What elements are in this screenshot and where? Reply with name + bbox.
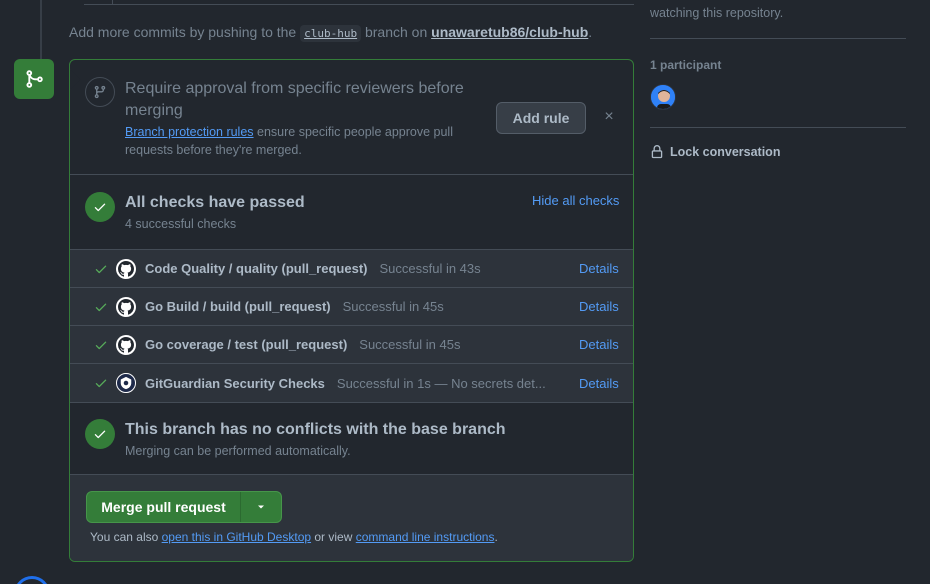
approval-description: Branch protection rules ensure specific … [125,125,453,157]
details-link[interactable]: Details [579,261,619,276]
close-icon[interactable]: × [600,108,618,126]
sidebar-divider [650,127,906,128]
check-name: Go coverage / test (pull_request) Success… [145,337,461,352]
lock-conversation-button[interactable]: Lock conversation [650,145,780,159]
check-name: Code Quality / quality (pull_request) Suc… [145,261,481,276]
previous-timeline-item-border [84,0,634,5]
check-icon [95,379,107,388]
check-list: Code Quality / quality (pull_request) Suc… [70,250,633,402]
check-icon [95,341,107,350]
check-circle-icon [85,192,115,222]
checks-summary: All checks have passed 4 successful chec… [70,175,633,250]
check-status: Successful in 45s [342,299,444,314]
repo-branch-link[interactable]: unawaretub86/club-hub [431,24,588,40]
check-icon [95,303,107,312]
conflicts-title: This branch has no conflicts with the ba… [125,421,506,438]
participants-heading: 1 participant [650,58,722,72]
check-status: Successful in 45s [359,337,461,352]
approval-title: Require approval from specific reviewers… [125,80,464,119]
lock-icon [651,145,663,159]
git-merge-icon [14,59,54,99]
lock-conversation-label: Lock conversation [670,145,781,159]
branch-name-code[interactable]: club-hub [300,25,362,42]
gitguardian-icon [116,373,136,393]
merge-actions: Merge pull request You can also open thi… [70,475,633,561]
merge-pull-request-button[interactable]: Merge pull request [87,492,241,522]
sidebar-divider [650,38,906,39]
checks-subtitle: 4 successful checks [125,217,237,231]
conflicts-summary: This branch has no conflicts with the ba… [70,402,633,475]
watching-text: watching this repository. [650,6,784,20]
github-icon [116,297,136,317]
check-status: Successful in 1s — No secrets det... [336,375,546,391]
avatar[interactable] [14,576,50,584]
hide-all-checks-button[interactable]: Hide all checks [532,193,619,208]
check-icon [95,265,107,274]
chevron-down-icon[interactable] [241,492,281,522]
command-line-link[interactable]: command line instructions [356,530,495,544]
check-circle-icon [85,419,115,449]
checks-title: All checks have passed [125,194,305,211]
details-link[interactable]: Details [579,299,619,314]
github-icon [116,259,136,279]
check-row: Go coverage / test (pull_request) Success… [70,326,633,364]
check-name: GitGuardian Security Checks Successful in… [145,375,546,391]
conflicts-subtitle: Merging can be performed automatically. [125,444,351,458]
check-name: Go Build / build (pull_request) Successfu… [145,299,444,314]
check-status: Successful in 43s [379,261,481,276]
add-commits-hint: Add more commits by pushing to the club-… [69,24,593,42]
git-branch-icon [85,77,115,107]
add-rule-button[interactable]: Add rule [496,102,586,134]
merge-box: Require approval from specific reviewers… [69,59,634,562]
github-icon [116,335,136,355]
timeline-line [40,0,42,60]
check-row: GitGuardian Security Checks Successful in… [70,364,633,402]
details-link[interactable]: Details [579,376,619,391]
details-link[interactable]: Details [579,337,619,352]
approval-prompt: Require approval from specific reviewers… [70,60,633,175]
merge-alternatives-text: You can also open this in GitHub Desktop… [90,530,498,544]
branch-protection-link[interactable]: Branch protection rules [125,125,254,139]
avatar[interactable] [650,84,676,110]
github-desktop-link[interactable]: open this in GitHub Desktop [162,530,311,544]
check-row: Go Build / build (pull_request) Successfu… [70,288,633,326]
merge-button-group: Merge pull request [86,491,282,523]
check-row: Code Quality / quality (pull_request) Suc… [70,250,633,288]
